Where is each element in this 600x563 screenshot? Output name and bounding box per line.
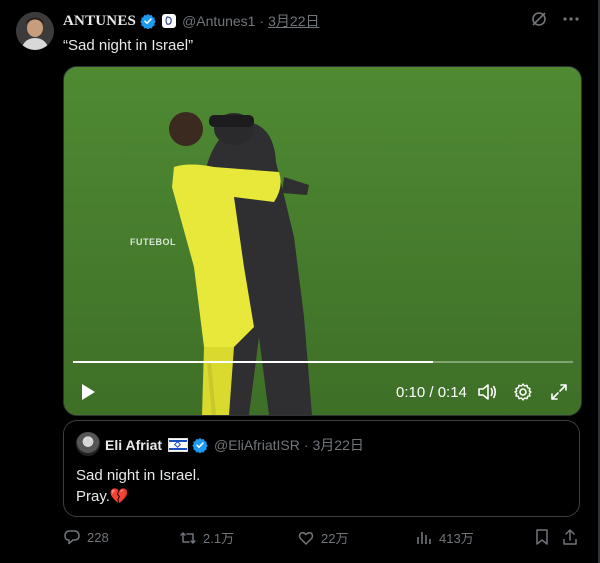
bookmark-icon [536, 529, 548, 545]
view-count: 413万 [439, 531, 474, 546]
bookmark-button[interactable] [533, 528, 551, 546]
quoted-author-handle: @EliAfriatISR [214, 437, 300, 453]
quoted-author-avatar [76, 432, 100, 456]
retweet-button[interactable]: 2.1万 [179, 528, 234, 547]
video-progress-bar[interactable] [73, 361, 573, 363]
quoted-text-pray: Pray. [76, 488, 110, 505]
views-button[interactable]: 413万 [415, 528, 474, 547]
heart-icon [298, 531, 314, 545]
video-progress-fill [73, 361, 433, 363]
retweet-count: 2.1万 [203, 531, 235, 546]
quoted-header-separator: · [303, 437, 309, 453]
reply-button[interactable]: 228 [63, 528, 109, 546]
author-handle[interactable]: @Antunes1 [182, 13, 255, 29]
tweet-text: “Sad night in Israel” [63, 37, 194, 54]
quoted-text-line-2: Pray.💔 [76, 486, 200, 507]
quoted-tweet[interactable]: Eli Afriat @EliAfriatISR · 3月22日 Sad nig… [63, 420, 580, 517]
views-chart-icon [417, 531, 431, 544]
author-name[interactable]: ANTUNES [63, 13, 136, 30]
volume-icon[interactable] [476, 381, 498, 403]
tweet-top-actions [530, 10, 580, 28]
quoted-text-line-1: Sad night in Israel. [76, 467, 201, 484]
quoted-author-name: Eli Afriat [105, 437, 163, 453]
retweet-icon [180, 531, 196, 544]
like-count: 22万 [321, 531, 349, 546]
video-time: 0:10 / 0:14 [396, 384, 467, 401]
reply-icon [64, 530, 80, 545]
quoted-tweet-header: Eli Afriat @EliAfriatISR · 3月22日 [105, 435, 364, 455]
share-icon [563, 529, 577, 545]
header-separator: · [259, 13, 265, 29]
avatar-image [16, 12, 54, 50]
quoted-tweet-date: 3月22日 [312, 437, 364, 453]
tweet-date[interactable]: 3月22日 [268, 11, 319, 31]
tweet-action-bar: 228 2.1万 22万 413万 [63, 528, 583, 550]
video-player[interactable]: FUTEBOL 0:10 / 0:14 [63, 66, 582, 416]
reply-count: 228 [87, 529, 109, 545]
video-controls: 0:10 / 0:14 [64, 377, 581, 407]
fullscreen-icon[interactable] [548, 381, 570, 403]
like-button[interactable]: 22万 [297, 528, 348, 547]
quoted-tweet-text: Sad night in Israel. Pray.💔 [76, 465, 200, 507]
tweet-header: ANTUNES @Antunes1 · 3月22日 [63, 11, 320, 31]
settings-gear-icon[interactable] [512, 381, 534, 403]
play-icon[interactable] [78, 382, 98, 402]
verified-badge-icon [140, 13, 156, 30]
quoted-verified-badge-icon [192, 437, 208, 454]
video-watermark: FUTEBOL [130, 237, 176, 247]
israel-flag-icon [168, 438, 189, 452]
author-avatar[interactable] [16, 12, 54, 50]
affiliate-badge-icon [162, 14, 177, 28]
share-button[interactable] [561, 528, 579, 546]
grok-icon[interactable] [530, 10, 548, 28]
more-options-icon[interactable] [562, 10, 580, 28]
broken-heart-emoji: 💔 [109, 488, 129, 505]
